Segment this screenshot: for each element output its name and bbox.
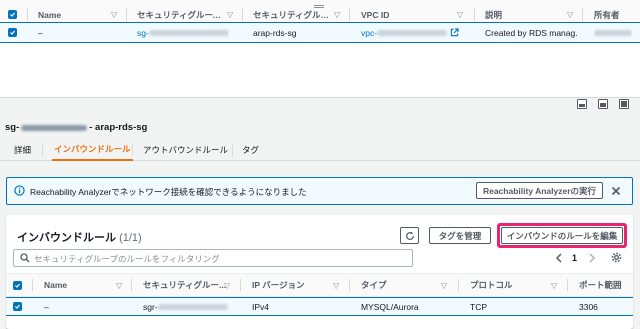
sort-icon[interactable]: ▽ — [333, 281, 339, 290]
description: Created by RDS manag... — [485, 27, 577, 38]
redacted-value — [594, 29, 632, 36]
tab-inbound-rules[interactable]: インバウンドルール — [52, 139, 133, 161]
row-name: – — [38, 27, 43, 38]
rules-select-all-checkbox[interactable] — [13, 273, 22, 297]
sort-icon[interactable]: ▽ — [567, 10, 573, 19]
refresh-icon — [405, 231, 414, 240]
refresh-button[interactable] — [400, 227, 419, 244]
redacted-value — [157, 303, 228, 310]
tab-divider — [42, 144, 43, 156]
title-suffix: - arap-rds-sg — [89, 122, 148, 133]
info-icon — [14, 185, 25, 196]
panel-splitter[interactable] — [0, 97, 640, 111]
column-divider — [27, 8, 28, 21]
rules-column-rule-id[interactable]: セキュリティグルー... — [143, 273, 226, 297]
column-header-label: セキュリティグルー... — [253, 9, 331, 20]
sort-icon[interactable]: ▽ — [334, 10, 340, 19]
redacted-value — [377, 29, 448, 36]
column-divider — [32, 279, 33, 291]
column-divider — [458, 279, 459, 291]
vpc-id-link[interactable]: vpc- — [361, 22, 459, 43]
rules-table-header — [6, 273, 633, 297]
security-groups-table: Name ▽ セキュリティグループ... ▽ セキュリティグルー... ▽ VP… — [0, 0, 640, 97]
redacted-value — [21, 124, 88, 131]
manage-tags-button[interactable]: タグを管理 — [429, 227, 491, 244]
sort-icon[interactable]: ▽ — [116, 281, 122, 290]
highlight-annotation — [497, 223, 627, 248]
column-header-label: 説明 — [485, 9, 503, 20]
rules-column-name[interactable]: Name — [44, 273, 67, 297]
sort-icon[interactable]: ▽ — [457, 10, 463, 19]
banner-text: Reachability Analyzerでネットワーク接続を確認できるようにな… — [30, 187, 307, 197]
rule-id-prefix: sgr- — [143, 301, 158, 312]
drag-handle-icon[interactable] — [314, 5, 324, 8]
tab-details[interactable]: 詳細 — [14, 139, 31, 161]
panel-title: インバウンドルール (1/1) — [17, 229, 142, 245]
rules-column-type[interactable]: タイプ — [361, 273, 387, 297]
close-icon[interactable] — [611, 186, 621, 196]
sg-id-link[interactable]: sg- — [137, 22, 229, 43]
column-divider — [582, 8, 583, 21]
rule-row-checkbox[interactable] — [13, 297, 22, 316]
settings-gear-icon[interactable] — [611, 252, 622, 263]
column-header-label: VPC ID — [361, 9, 390, 20]
title-prefix: sg- — [5, 122, 20, 133]
column-header-label: Name — [38, 9, 62, 20]
search-placeholder: セキュリティグループのルールをフィルタリング — [34, 254, 220, 264]
owner — [594, 22, 632, 43]
column-divider — [567, 279, 568, 291]
tab-divider — [232, 144, 233, 156]
sort-icon[interactable]: ▽ — [551, 281, 557, 290]
rules-column-protocol[interactable]: プロトコル — [470, 273, 513, 297]
sg-id-prefix: sg- — [137, 27, 149, 38]
column-header-label: 所有者 — [594, 9, 620, 20]
column-divider — [126, 8, 127, 21]
rules-column-ip-version[interactable]: IP バージョン — [252, 273, 305, 297]
table-row[interactable] — [6, 297, 633, 316]
layout-bottom-icon[interactable] — [577, 99, 587, 109]
external-link-icon[interactable] — [450, 28, 459, 37]
run-reachability-analyzer-button[interactable]: Reachability Analyzerの実行 — [476, 182, 603, 199]
rule-name: – — [44, 301, 49, 312]
column-divider — [131, 279, 132, 291]
sort-icon[interactable]: ▽ — [111, 10, 117, 19]
rule-id: sgr- — [143, 297, 228, 316]
next-page-icon[interactable] — [588, 253, 596, 263]
prev-page-icon[interactable] — [555, 253, 563, 263]
detail-title: sg- - arap-rds-sg — [5, 122, 147, 133]
sort-icon[interactable]: ▽ — [227, 10, 233, 19]
column-divider — [242, 8, 243, 21]
tab-divider — [132, 144, 133, 156]
column-header-label: セキュリティグループ... — [137, 9, 223, 20]
column-divider — [349, 279, 350, 291]
rule-count: (1/1) — [119, 232, 142, 244]
panel-title-text: インバウンドルール — [17, 232, 116, 244]
layout-full-icon[interactable] — [619, 99, 629, 109]
current-page[interactable]: 1 — [572, 253, 577, 263]
rules-column-port-range[interactable]: ポート範囲 — [579, 273, 622, 297]
vpc-id-prefix: vpc- — [361, 27, 378, 38]
search-icon — [20, 253, 30, 263]
rule-ip-version: IPv4 — [252, 301, 270, 312]
layout-split-icon[interactable] — [598, 99, 608, 109]
rule-port-range: 3306 — [579, 301, 598, 312]
redacted-value — [148, 29, 229, 36]
column-divider — [349, 8, 350, 21]
rule-type: MYSQL/Aurora — [361, 301, 419, 312]
tab-outbound-rules[interactable]: アウトバウンドルール — [143, 139, 228, 161]
row-checkbox[interactable] — [8, 22, 17, 43]
column-divider — [240, 279, 241, 291]
sg-name: arap-rds-sg — [253, 27, 297, 38]
column-divider — [474, 8, 475, 21]
sort-icon[interactable]: ▽ — [224, 281, 230, 290]
rule-protocol: TCP — [470, 301, 487, 312]
tab-tags[interactable]: タグ — [242, 139, 259, 161]
sort-icon[interactable]: ▽ — [441, 281, 447, 290]
